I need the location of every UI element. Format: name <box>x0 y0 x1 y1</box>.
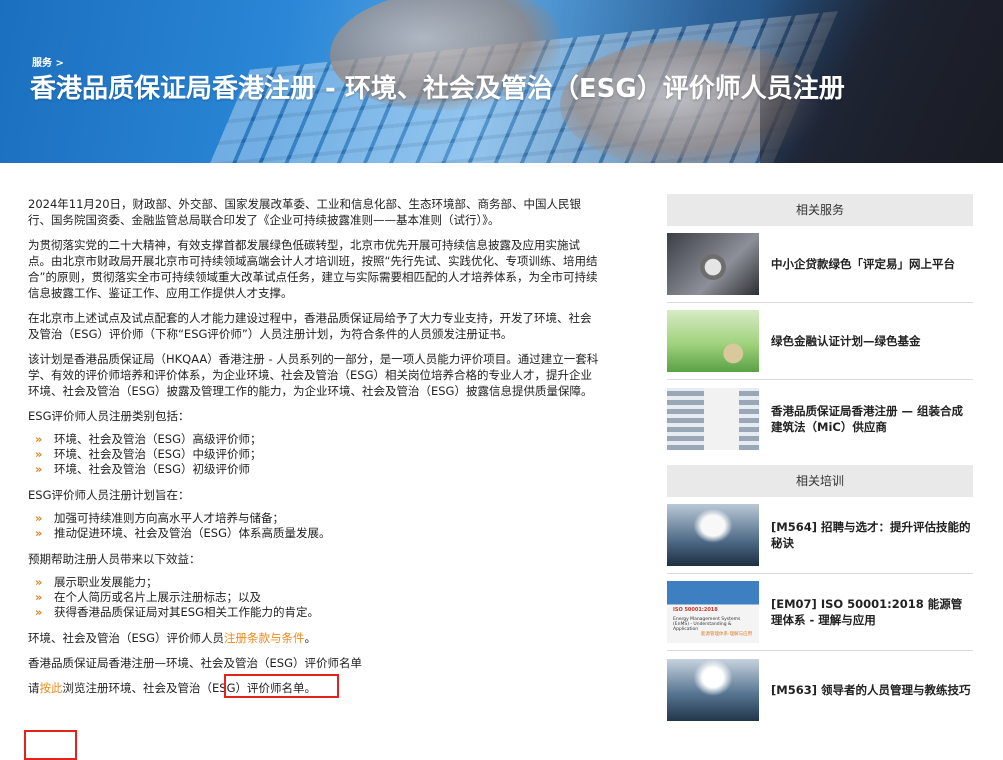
intro-paragraph: 在北京市上述试点及试点配套的人才能力建设过程中，香港品质保证局给予了大力专业支持… <box>28 311 592 341</box>
list-item: 环境、社会及管治（ESG）中级评价师； <box>28 447 600 462</box>
training-title[interactable]: [M564] 招聘与选才：提升评估技能的秘诀 <box>759 519 973 551</box>
related-training-item[interactable]: [M563] 领导者的人员管理与教练技巧 <box>667 651 973 728</box>
related-training-header: 相关培训 <box>667 465 973 497</box>
list-item: 环境、社会及管治（ESG）高级评价师； <box>28 432 600 447</box>
service-thumbnail[interactable] <box>667 387 759 450</box>
related-training-item[interactable]: ISO 50001:2018 Energy Management Systems… <box>667 574 973 651</box>
benefit-list: 展示职业发展能力； 在个人简历或名片上展示注册标志；以及 获得香港品质保证局对其… <box>28 575 600 620</box>
hero-banner: 服务 > 香港品质保证局香港注册 - 环境、社会及管治（ESG）评价师人员注册 <box>0 0 1003 163</box>
click-here-link[interactable]: 按此 <box>40 681 63 695</box>
thumb-text: ISO 50001:2018 <box>673 607 718 613</box>
terms-line: 环境、社会及管治（ESG）评价师人员注册条款与条件。 <box>28 630 600 646</box>
list-item: 获得香港品质保证局对其ESG相关工作能力的肯定。 <box>28 605 600 620</box>
list-item: 推动促进环境、社会及管治（ESG）体系高质量发展。 <box>28 526 600 541</box>
terms-link[interactable]: 注册条款与条件 <box>224 631 305 645</box>
training-title[interactable]: [M563] 领导者的人员管理与教练技巧 <box>759 682 970 698</box>
thumb-text: Energy Management Systems (EnMS) - Under… <box>673 617 741 632</box>
list-item: 展示职业发展能力； <box>28 575 600 590</box>
related-training-item[interactable]: [M564] 招聘与选才：提升评估技能的秘诀 <box>667 497 973 574</box>
benefit-label: 预期帮助注册人员带来以下效益： <box>28 552 201 566</box>
highlight-box <box>24 730 77 760</box>
related-service-item[interactable]: 香港品质保证局香港注册 — 组装合成建筑法（MiC）供应商 <box>667 380 973 457</box>
training-thumbnail[interactable] <box>667 504 759 566</box>
breadcrumb[interactable]: 服务 > <box>32 54 64 69</box>
intro-paragraph: 该计划是香港品质保证局（HKQAA）香港注册 - 人员系列的一部分，是一项人员能… <box>28 352 599 398</box>
page-title: 香港品质保证局香港注册 - 环境、社会及管治（ESG）评价师人员注册 <box>30 74 845 104</box>
service-thumbnail[interactable] <box>667 310 759 372</box>
sidebar: 相关服务 中小企贷款绿色「评定易」网上平台 绿色金融认证计划—绿色基金 香港品质… <box>667 194 973 728</box>
training-thumbnail[interactable]: ISO 50001:2018 Energy Management Systems… <box>667 581 759 643</box>
terms-prefix: 环境、社会及管治（ESG）评价师人员 <box>28 631 224 645</box>
service-thumbnail[interactable] <box>667 233 759 295</box>
category-list: 环境、社会及管治（ESG）高级评价师； 环境、社会及管治（ESG）中级评价师； … <box>28 432 600 477</box>
intro-paragraph: 2024年11月20日，财政部、外交部、国家发展改革委、工业和信息化部、生态环境… <box>28 197 582 227</box>
list-item: 环境、社会及管治（ESG）初级评价师 <box>28 462 600 477</box>
terms-suffix: 。 <box>304 631 316 645</box>
category-label: ESG评价师人员注册类别包括： <box>28 409 190 423</box>
service-title[interactable]: 中小企贷款绿色「评定易」网上平台 <box>759 256 955 272</box>
aim-list: 加强可持续准则方向高水平人才培养与储备； 推动促进环境、社会及管治（ESG）体系… <box>28 511 600 541</box>
list-heading: 香港品质保证局香港注册—环境、社会及管治（ESG）评价师名单 <box>28 656 362 670</box>
click-prefix: 请 <box>28 681 40 695</box>
highlight-box <box>224 674 339 698</box>
training-title[interactable]: [EM07] ISO 50001:2018 能源管理体系 - 理解与应用 <box>759 596 973 628</box>
list-item: 在个人简历或名片上展示注册标志；以及 <box>28 590 600 605</box>
related-service-item[interactable]: 绿色金融认证计划—绿色基金 <box>667 303 973 380</box>
related-services-header: 相关服务 <box>667 194 973 226</box>
training-thumbnail[interactable] <box>667 658 759 721</box>
aim-label: ESG评价师人员注册计划旨在： <box>28 488 190 502</box>
thumb-text: 能源管理体系-理解与应用 <box>701 632 753 637</box>
main-content: 2024年11月20日，财政部、外交部、国家发展改革委、工业和信息化部、生态环境… <box>24 196 600 760</box>
service-title[interactable]: 绿色金融认证计划—绿色基金 <box>759 333 921 349</box>
related-service-item[interactable]: 中小企贷款绿色「评定易」网上平台 <box>667 226 973 303</box>
service-title[interactable]: 香港品质保证局香港注册 — 组装合成建筑法（MiC）供应商 <box>759 403 973 435</box>
list-item: 加强可持续准则方向高水平人才培养与储备； <box>28 511 600 526</box>
intro-paragraph: 为贯彻落实党的二十大精神，有效支撑首都发展绿色低碳转型，北京市优先开展可持续信息… <box>28 238 598 300</box>
